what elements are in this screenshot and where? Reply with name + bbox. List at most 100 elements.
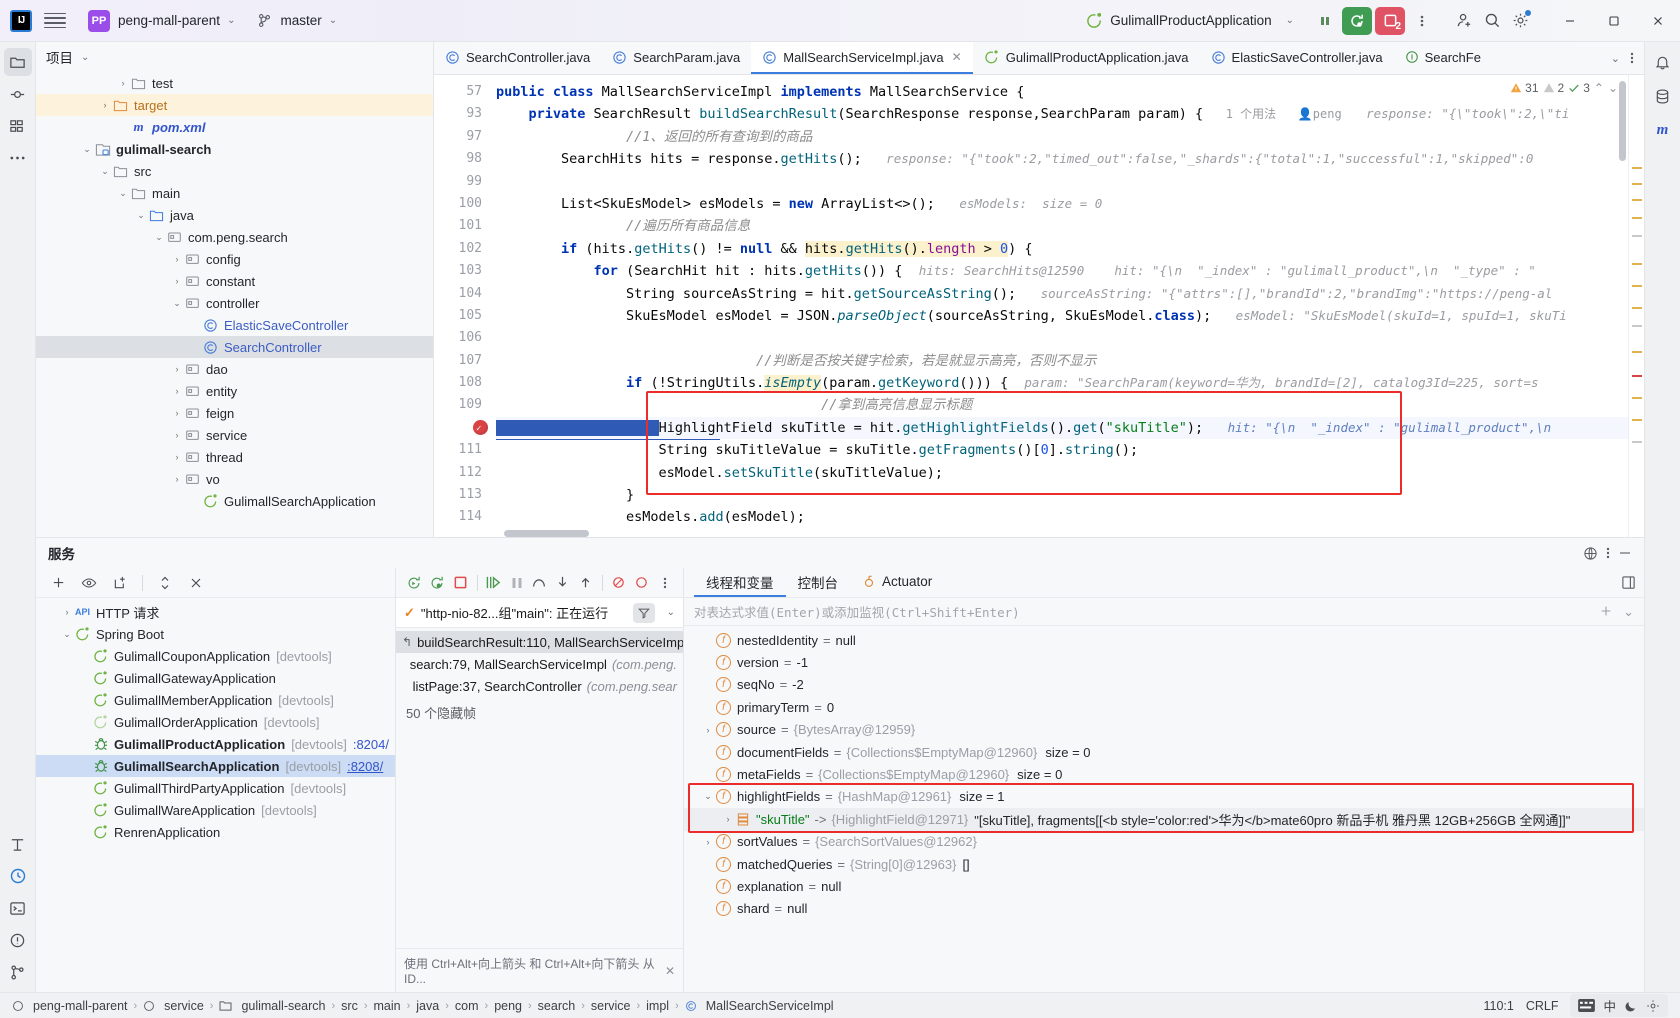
main-menu-button[interactable] [44, 10, 66, 32]
project-tree-item[interactable]: › constant [36, 270, 433, 292]
project-tree-item[interactable]: ⌄ gulimall-search [36, 138, 433, 160]
code-line[interactable]: HighlightField skuTitle = hit.getHighlig… [496, 416, 1644, 440]
variable-row[interactable]: › f source = {BytesArray@12959} [684, 719, 1644, 741]
more-vertical-icon[interactable] [1408, 7, 1436, 35]
tree-expander-icon[interactable]: ⌄ [80, 142, 94, 156]
project-tree-item[interactable]: › service [36, 424, 433, 446]
tree-expander-icon[interactable] [78, 759, 92, 773]
line-number[interactable]: 107 [434, 350, 496, 372]
tree-expander-icon[interactable]: › [170, 252, 184, 266]
line-number[interactable]: 97 [434, 126, 496, 148]
line-number[interactable]: 93 [434, 103, 496, 125]
tree-expander-icon[interactable]: ⌄ [116, 186, 130, 200]
code-line[interactable]: String skuTitleValue = skuTitle.getFragm… [496, 439, 1644, 461]
maven-icon[interactable]: m [1649, 116, 1677, 144]
project-tree-item[interactable]: ⌄ src [36, 160, 433, 182]
breakpoint-gutter-line[interactable] [434, 417, 496, 440]
line-number[interactable]: 98 [434, 148, 496, 170]
stop-service-button[interactable]: 2 [1375, 6, 1405, 35]
call-stack-frames[interactable]: ↰ buildSearchResult:110, MallSearchServic… [396, 628, 683, 948]
service-tree-item[interactable]: GulimallGatewayApplication [36, 667, 395, 689]
tree-expander-icon[interactable] [78, 781, 92, 795]
variables-tab[interactable]: 控制台 [786, 568, 851, 597]
project-tree-item[interactable]: ElasticSaveController [36, 314, 433, 336]
database-icon[interactable] [1649, 82, 1677, 110]
code-line[interactable]: //1、返回的所有查询到的商品 [496, 126, 1644, 148]
variable-row[interactable]: f matchedQueries = {String[0]@12963} [] [684, 853, 1644, 875]
more-tools-icon[interactable] [4, 144, 32, 172]
code-line[interactable]: String sourceAsString = hit.getSourceAsS… [496, 283, 1644, 305]
new-tab-icon[interactable] [106, 569, 134, 597]
code-line[interactable]: esModels.add(esModel); [496, 506, 1644, 528]
variable-row[interactable]: f shard = null [684, 898, 1644, 920]
line-number[interactable]: 101 [434, 215, 496, 237]
tree-expander-icon[interactable]: › [170, 472, 184, 486]
line-number[interactable]: 104 [434, 283, 496, 305]
step-out-icon[interactable] [575, 569, 596, 597]
breadcrumb-item[interactable]: src [335, 997, 364, 1015]
service-tree-item[interactable]: GulimallProductApplication [devtools]:820… [36, 733, 395, 755]
tree-expander-icon[interactable]: ⌄ [170, 296, 184, 310]
service-tree-item[interactable]: GulimallOrderApplication [devtools] [36, 711, 395, 733]
chevron-up-icon[interactable]: ⌃ [1594, 81, 1604, 95]
service-tree-item[interactable]: GulimallThirdPartyApplication [devtools] [36, 777, 395, 799]
tree-expander-icon[interactable] [188, 318, 202, 332]
problems-tool-icon[interactable] [4, 926, 32, 954]
breadcrumb-item[interactable]: peng [488, 997, 528, 1015]
settings-icon[interactable] [1646, 999, 1660, 1013]
project-tree-item[interactable]: › target [36, 94, 433, 116]
cursor-position[interactable]: 110:1 [1483, 999, 1513, 1013]
tree-expander-icon[interactable]: ⌄ [134, 208, 148, 222]
code-line[interactable]: SearchHits hits = response.getHits(); re… [496, 148, 1644, 170]
variables-tab[interactable]: Actuator [850, 568, 944, 597]
terminal-tool-icon[interactable] [4, 894, 32, 922]
editor-marker-bar[interactable] [1628, 75, 1644, 537]
chevron-down-icon[interactable]: ⌄ [667, 607, 675, 618]
breadcrumb[interactable]: peng-mall-parent › service › gulimall-search… [6, 997, 840, 1015]
variable-row[interactable]: › f sortValues = {SearchSortValues@12962} [684, 831, 1644, 853]
commit-tool-icon[interactable] [4, 80, 32, 108]
breadcrumb-item[interactable]: main [368, 997, 407, 1015]
tree-expander-icon[interactable] [78, 737, 92, 751]
line-number[interactable]: 99 [434, 171, 496, 193]
add-user-icon[interactable] [1450, 7, 1478, 35]
breadcrumb-item[interactable]: search [532, 997, 582, 1015]
minimize-button[interactable] [1548, 0, 1592, 42]
variables-tab[interactable]: 线程和变量 [694, 568, 786, 597]
expand-collapse-icon[interactable] [151, 569, 179, 597]
moon-icon[interactable] [1624, 999, 1638, 1013]
more-icon[interactable] [1606, 546, 1610, 560]
project-tree-item[interactable]: m pom.xml [36, 116, 433, 138]
breakpoint-icon[interactable] [473, 418, 488, 440]
project-tree-item[interactable]: GulimallSearchApplication [36, 490, 433, 512]
service-item-port[interactable]: :8208/ [347, 759, 383, 774]
chevron-down-icon[interactable]: ⌄ [1607, 52, 1624, 65]
ime-indicator[interactable]: 中 [1570, 994, 1668, 1017]
breadcrumb-item[interactable]: service [137, 997, 210, 1015]
tree-expander-icon[interactable] [78, 803, 92, 817]
service-tree-item[interactable]: GulimallCouponApplication [devtools] [36, 645, 395, 667]
line-number[interactable]: 109 [434, 394, 496, 416]
variable-row[interactable]: f explanation = null [684, 875, 1644, 897]
add-icon[interactable] [44, 569, 72, 597]
variable-row[interactable]: f documentFields = {Collections$EmptyMap@12… [684, 741, 1644, 763]
line-number[interactable]: 114 [434, 506, 496, 528]
code-line[interactable]: //判断是否按关键字检索，若是就显示高亮，否则不显示 [496, 350, 1644, 372]
code-line[interactable]: if (hits.getHits() != null && hits.getHi… [496, 238, 1644, 260]
globe-icon[interactable] [1583, 546, 1598, 561]
line-number[interactable]: 57 [434, 81, 496, 103]
code-line[interactable] [496, 327, 1644, 349]
structure-tool-icon[interactable] [4, 112, 32, 140]
add-watch-icon[interactable] [1599, 604, 1613, 620]
close-button[interactable] [1636, 0, 1680, 42]
code-text[interactable]: public class MallSearchServiceImpl imple… [496, 75, 1644, 537]
service-tree-item[interactable]: GulimallMemberApplication [devtools] [36, 689, 395, 711]
hidden-frames-label[interactable]: 50 个隐藏帧 [396, 697, 683, 728]
tree-expander-icon[interactable]: › [170, 450, 184, 464]
tree-expander-icon[interactable] [116, 120, 130, 134]
project-tree-item[interactable]: › feign [36, 402, 433, 424]
resume-icon[interactable] [483, 569, 504, 597]
line-number[interactable]: 113 [434, 484, 496, 506]
line-number[interactable]: 102 [434, 238, 496, 260]
breadcrumb-item[interactable]: com [449, 997, 485, 1015]
